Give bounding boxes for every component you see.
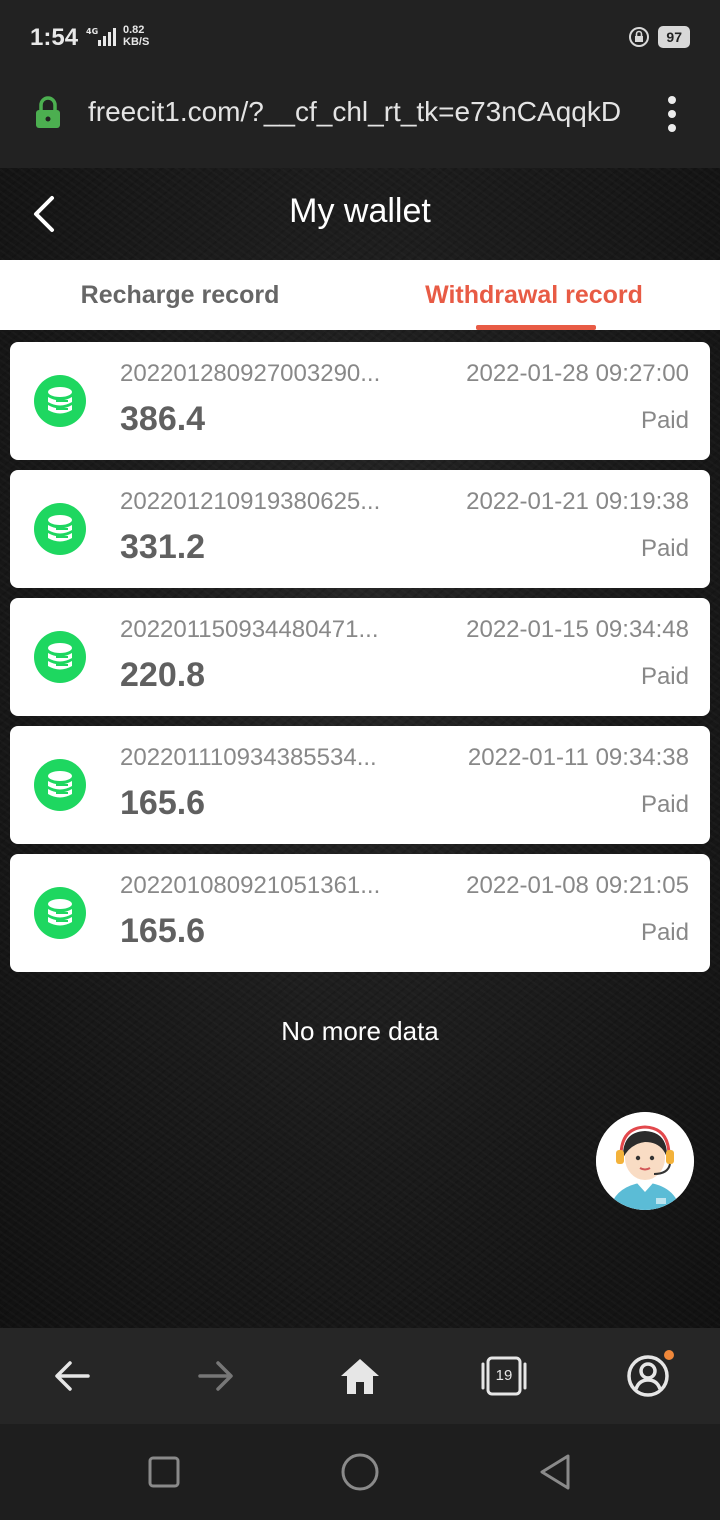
tabs-switcher-button[interactable]: 19: [480, 1352, 528, 1400]
browser-back-icon[interactable]: [48, 1352, 96, 1400]
notification-dot: [664, 1350, 674, 1360]
record-order-id: 202201110934385534...: [120, 744, 377, 771]
wallet-page: My wallet Recharge record Withdrawal rec…: [0, 168, 720, 1328]
home-icon[interactable]: [336, 1352, 384, 1400]
record-row[interactable]: 202201280927003290... 2022-01-28 09:27:00…: [10, 342, 710, 460]
record-status: Paid: [640, 919, 689, 946]
signal-icon: 4G: [86, 27, 116, 46]
coin-stack-icon: [34, 503, 86, 555]
status-time: 1:54: [30, 24, 79, 51]
system-navigation-bar: [0, 1424, 720, 1520]
coin-stack-icon: [34, 887, 86, 939]
browser-forward-icon[interactable]: [192, 1352, 240, 1400]
record-order-id: 202201080921051361...: [120, 872, 381, 899]
tab-withdrawal-record[interactable]: Withdrawal record: [354, 260, 714, 330]
customer-service-button[interactable]: [596, 1112, 694, 1210]
record-row[interactable]: 202201110934385534... 2022-01-11 09:34:38…: [10, 726, 710, 844]
record-row[interactable]: 202201210919380625... 2022-01-21 09:19:38…: [10, 470, 710, 588]
battery-indicator: 97: [658, 26, 690, 48]
status-right: 97: [628, 26, 690, 48]
record-status: Paid: [640, 791, 689, 818]
record-amount: 220.8: [120, 656, 206, 694]
record-status: Paid: [640, 535, 689, 562]
page-title: My wallet: [289, 192, 431, 230]
record-tabs: Recharge record Withdrawal record: [0, 260, 720, 330]
rotation-lock-icon: [629, 27, 650, 47]
coin-stack-icon: [34, 375, 86, 427]
more-vertical-icon[interactable]: [662, 94, 682, 134]
recents-icon[interactable]: [144, 1452, 184, 1492]
record-row[interactable]: 202201150934480471... 2022-01-15 09:34:48…: [10, 598, 710, 716]
svg-text:4G: 4G: [86, 27, 98, 36]
coin-stack-icon: [34, 631, 86, 683]
url-text[interactable]: freecit1.com/?__cf_chl_rt_tk=e73nCAqqkD: [88, 96, 648, 128]
browser-url-bar[interactable]: freecit1.com/?__cf_chl_rt_tk=e73nCAqqkD: [0, 76, 720, 168]
withdrawal-record-list: 202201280927003290... 2022-01-28 09:27:00…: [10, 342, 710, 982]
customer-service-avatar-icon: [596, 1112, 694, 1210]
record-order-id: 202201210919380625...: [120, 488, 381, 515]
status-bar: 1:54 4G 0.82 KB/S 97: [0, 0, 720, 76]
record-time: 2022-01-11 09:34:38: [467, 744, 689, 771]
record-status: Paid: [640, 663, 689, 690]
active-tab-indicator: [476, 325, 596, 330]
home-circle-icon[interactable]: [340, 1452, 380, 1492]
coin-stack-icon: [34, 759, 86, 811]
app-header: My wallet: [0, 168, 720, 260]
record-row[interactable]: 202201080921051361... 2022-01-08 09:21:05…: [10, 854, 710, 972]
tabs-count: 19: [495, 1367, 513, 1384]
record-amount: 165.6: [120, 912, 206, 950]
system-back-icon[interactable]: [536, 1452, 576, 1492]
no-more-data-text: No more data: [281, 1016, 439, 1046]
record-status: Paid: [640, 407, 689, 434]
record-amount: 386.4: [120, 400, 206, 438]
record-time: 2022-01-21 09:19:38: [466, 488, 689, 515]
record-order-id: 202201280927003290...: [120, 360, 381, 387]
browser-bottom-bar: 19: [0, 1328, 720, 1424]
lock-icon: [36, 96, 60, 128]
account-icon[interactable]: [624, 1352, 672, 1400]
record-time: 2022-01-08 09:21:05: [466, 872, 689, 899]
record-amount: 331.2: [120, 528, 206, 566]
record-time: 2022-01-15 09:34:48: [466, 616, 689, 643]
record-time: 2022-01-28 09:27:00: [466, 360, 689, 387]
record-amount: 165.6: [120, 784, 206, 822]
network-speed: 0.82 KB/S: [123, 24, 150, 48]
tab-recharge-record[interactable]: Recharge record: [0, 260, 360, 330]
record-order-id: 202201150934480471...: [120, 616, 379, 643]
